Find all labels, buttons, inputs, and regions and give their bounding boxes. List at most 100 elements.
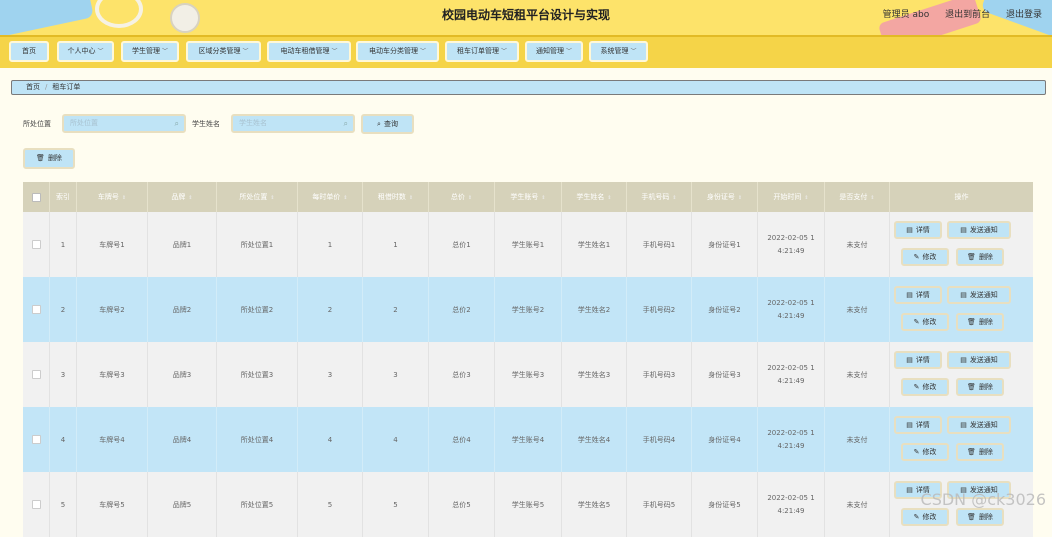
start-time-clock: 4:21:49 (777, 376, 805, 385)
nav-item-ebike-category[interactable]: 电动车分类管理 ﹀ (356, 41, 439, 62)
detail-button[interactable]: ▤ 详情 (894, 221, 942, 239)
row-delete-button[interactable]: 🗑 删除 (956, 508, 1004, 526)
nav-item-rental[interactable]: 电动车租借管理 ﹀ (267, 41, 351, 62)
col-actions: 操作 (890, 182, 1033, 212)
sort-icon[interactable]: ⇕ (468, 195, 472, 201)
table-row: 3 车牌号3 品牌3 所处位置3 3 3 总价3 学生账号3 学生姓名3 手机号码3 身份证号3 20… (23, 342, 1033, 407)
cell-id-card: 身份证号1 (692, 212, 758, 277)
row-checkbox[interactable] (31, 500, 41, 509)
row-checkbox[interactable] (31, 305, 41, 314)
send-notice-button[interactable]: ▤ 发送通知 (947, 286, 1011, 304)
col-total[interactable]: 总价 ⇕ (429, 182, 495, 212)
batch-delete-button[interactable]: 🗑 删除 (23, 148, 75, 169)
student-name-label: 学生姓名 (192, 120, 220, 128)
col-start-time[interactable]: 开始时间 ⇕ (758, 182, 825, 212)
edit-button[interactable]: ✎ 修改 (901, 378, 949, 396)
query-button[interactable]: ⌕ 查询 (361, 114, 414, 134)
row-checkbox[interactable] (31, 370, 41, 379)
main-nav: 首页 个人中心 ﹀ 学生管理 ﹀ 区域分类管理 ﹀ 电动车租借管理 ﹀ 电动车分类管理 ﹀… (0, 35, 1052, 68)
nav-item-notices[interactable]: 通知管理 ﹀ (525, 41, 583, 62)
nav-item-personal[interactable]: 个人中心 ﹀ (57, 41, 114, 62)
row-select-cell[interactable] (23, 212, 50, 277)
sort-icon[interactable]: ⇕ (343, 195, 347, 201)
breadcrumb-home[interactable]: 首页 (26, 83, 40, 91)
start-time-clock: 4:21:49 (777, 311, 805, 320)
location-input[interactable]: 所处位置 ⌕ (62, 114, 186, 133)
send-notice-button[interactable]: ▤ 发送通知 (947, 221, 1011, 239)
sort-icon[interactable]: ⇕ (409, 195, 413, 201)
detail-button[interactable]: ▤ 详情 (894, 416, 942, 434)
col-plate[interactable]: 车牌号 ⇕ (77, 182, 148, 212)
row-select-cell[interactable] (23, 472, 50, 537)
edit-button[interactable]: ✎ 修改 (901, 508, 949, 526)
cell-name: 学生姓名3 (562, 342, 627, 407)
col-name[interactable]: 学生姓名 ⇕ (562, 182, 627, 212)
sort-icon[interactable]: ⇕ (672, 195, 676, 201)
select-all-checkbox[interactable] (31, 192, 41, 202)
action-label: 发送通知 (969, 421, 998, 429)
detail-button[interactable]: ▤ 详情 (894, 351, 942, 369)
cell-hours: 1 (363, 212, 429, 277)
row-delete-button[interactable]: 🗑 删除 (956, 443, 1004, 461)
col-brand[interactable]: 品牌 ⇕ (148, 182, 217, 212)
row-checkbox[interactable] (31, 435, 41, 444)
row-delete-button[interactable]: 🗑 删除 (956, 378, 1004, 396)
col-account[interactable]: 学生账号 ⇕ (495, 182, 562, 212)
pencil-icon: ✎ (913, 448, 920, 456)
row-select-cell[interactable] (23, 342, 50, 407)
edit-button[interactable]: ✎ 修改 (901, 443, 949, 461)
sort-icon[interactable]: ⇕ (122, 195, 126, 201)
row-select-cell[interactable] (23, 407, 50, 472)
sort-icon[interactable]: ⇕ (188, 195, 192, 201)
nav-item-students[interactable]: 学生管理 ﹀ (121, 41, 179, 62)
cell-price: 5 (298, 472, 363, 537)
student-placeholder: 学生姓名 (239, 119, 267, 127)
cell-price: 4 (298, 407, 363, 472)
col-location[interactable]: 所处位置 ⇕ (217, 182, 298, 212)
send-notice-button[interactable]: ▤ 发送通知 (947, 351, 1011, 369)
detail-button[interactable]: ▤ 详情 (894, 286, 942, 304)
sort-icon[interactable]: ⇕ (804, 195, 808, 201)
row-select-cell[interactable] (23, 277, 50, 342)
front-link[interactable]: 退出到前台 (945, 10, 990, 20)
sort-icon[interactable]: ⇕ (541, 195, 545, 201)
student-name-input[interactable]: 学生姓名 ⌕ (231, 114, 355, 133)
nav-item-system[interactable]: 系统管理 ﹀ (589, 41, 648, 62)
cell-total: 总价5 (429, 472, 495, 537)
trash-icon: 🗑 (36, 154, 45, 162)
cell-start-time: 2022-02-05 1 4:21:49 (758, 277, 825, 342)
cell-actions: ▤ 详情 ▤ 发送通知 ✎ 修改 🗑 删除 (890, 277, 1033, 342)
send-notice-button[interactable]: ▤ 发送通知 (947, 416, 1011, 434)
nav-item-orders[interactable]: 租车订单管理 ﹀ (445, 41, 519, 62)
breadcrumb: 首页 / 租车订单 (11, 80, 1046, 95)
action-label: 删除 (978, 318, 993, 326)
row-checkbox[interactable] (31, 240, 41, 249)
col-phone[interactable]: 手机号码 ⇕ (627, 182, 692, 212)
action-label: 删除 (978, 383, 993, 391)
sort-icon[interactable]: ⇕ (738, 195, 742, 201)
nav-item-area[interactable]: 区域分类管理 ﹀ (186, 41, 261, 62)
col-id-card[interactable]: 身份证号 ⇕ (692, 182, 758, 212)
select-all-cell[interactable] (23, 182, 50, 212)
sort-icon[interactable]: ⇕ (870, 195, 874, 201)
cell-account: 学生账号1 (495, 212, 562, 277)
sort-icon[interactable]: ⇕ (607, 195, 611, 201)
chevron-down-icon: ﹀ (630, 48, 637, 55)
cell-location: 所处位置3 (217, 342, 298, 407)
edit-button[interactable]: ✎ 修改 (901, 313, 949, 331)
row-delete-button[interactable]: 🗑 删除 (956, 313, 1004, 331)
send-icon: ▤ (960, 356, 967, 364)
sort-icon[interactable]: ⇕ (270, 195, 274, 201)
nav-label: 租车订单管理 (456, 47, 499, 55)
action-label: 发送通知 (969, 356, 998, 364)
col-paid[interactable]: 是否支付 ⇕ (825, 182, 890, 212)
col-hours[interactable]: 租借时数 ⇕ (363, 182, 429, 212)
edit-button[interactable]: ✎ 修改 (901, 248, 949, 266)
col-price[interactable]: 每时单价 ⇕ (298, 182, 363, 212)
logout-link[interactable]: 退出登录 (1006, 10, 1042, 20)
start-time-date: 2022-02-05 1 (767, 233, 815, 242)
trash-icon: 🗑 (967, 253, 976, 261)
nav-label: 首页 (22, 47, 36, 55)
nav-item-home[interactable]: 首页 (9, 41, 49, 62)
row-delete-button[interactable]: 🗑 删除 (956, 248, 1004, 266)
